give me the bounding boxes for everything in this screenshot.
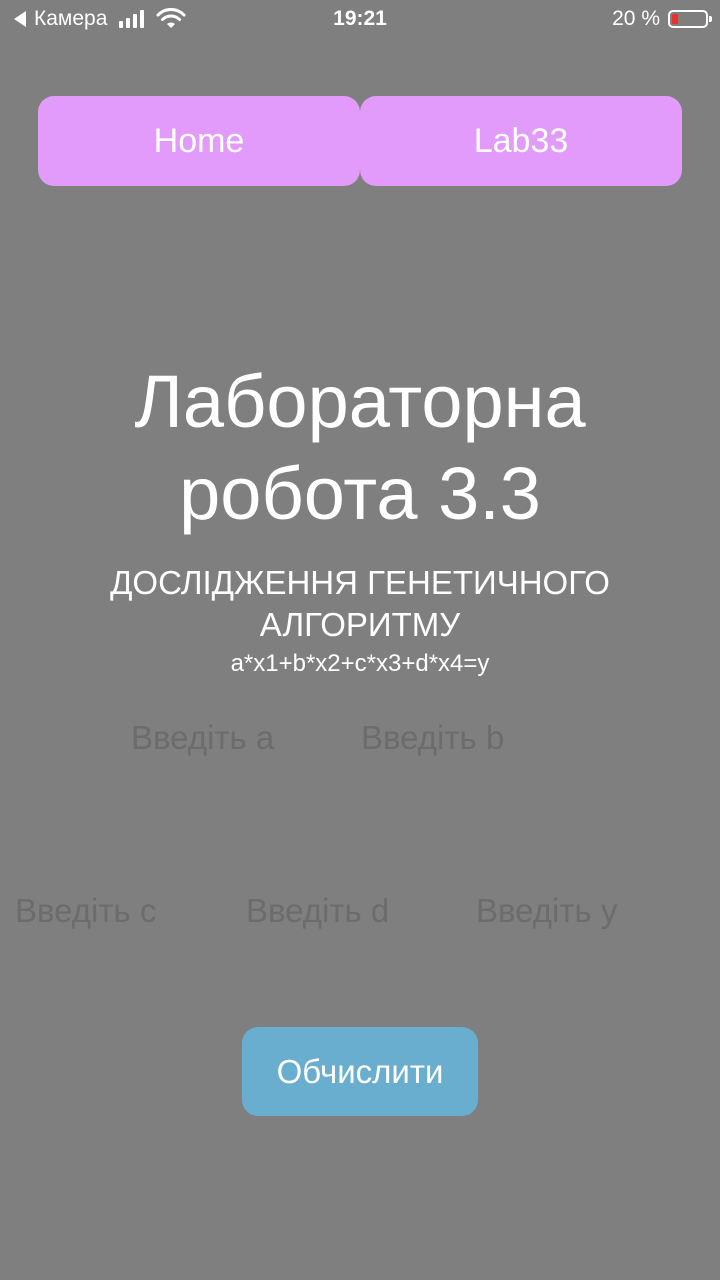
home-button[interactable]: Home — [38, 96, 360, 186]
page-title: Лабораторна робота 3.3 — [0, 356, 720, 540]
input-y[interactable] — [476, 886, 676, 936]
input-a[interactable] — [131, 713, 331, 763]
title-line-1: Лабораторна — [134, 360, 586, 443]
battery-percent: 20 % — [612, 7, 660, 30]
input-c[interactable] — [15, 886, 215, 936]
formula-text: a*x1+b*x2+c*x3+d*x4=y — [230, 650, 490, 677]
battery-icon — [668, 10, 712, 28]
input-d[interactable] — [246, 886, 446, 936]
lab33-button[interactable]: Lab33 — [360, 96, 682, 186]
title-line-2: робота 3.3 — [179, 452, 541, 535]
status-bar: Камера 19:21 20 % — [0, 0, 720, 40]
calculate-button[interactable]: Обчислити — [242, 1027, 478, 1116]
status-right: 20 % — [612, 7, 712, 31]
page-subtitle: ДОСЛІДЖЕННЯ ГЕНЕТИЧНОГО АЛГОРИТМУ — [110, 564, 610, 643]
input-b[interactable] — [361, 713, 561, 763]
battery-level — [672, 14, 678, 24]
